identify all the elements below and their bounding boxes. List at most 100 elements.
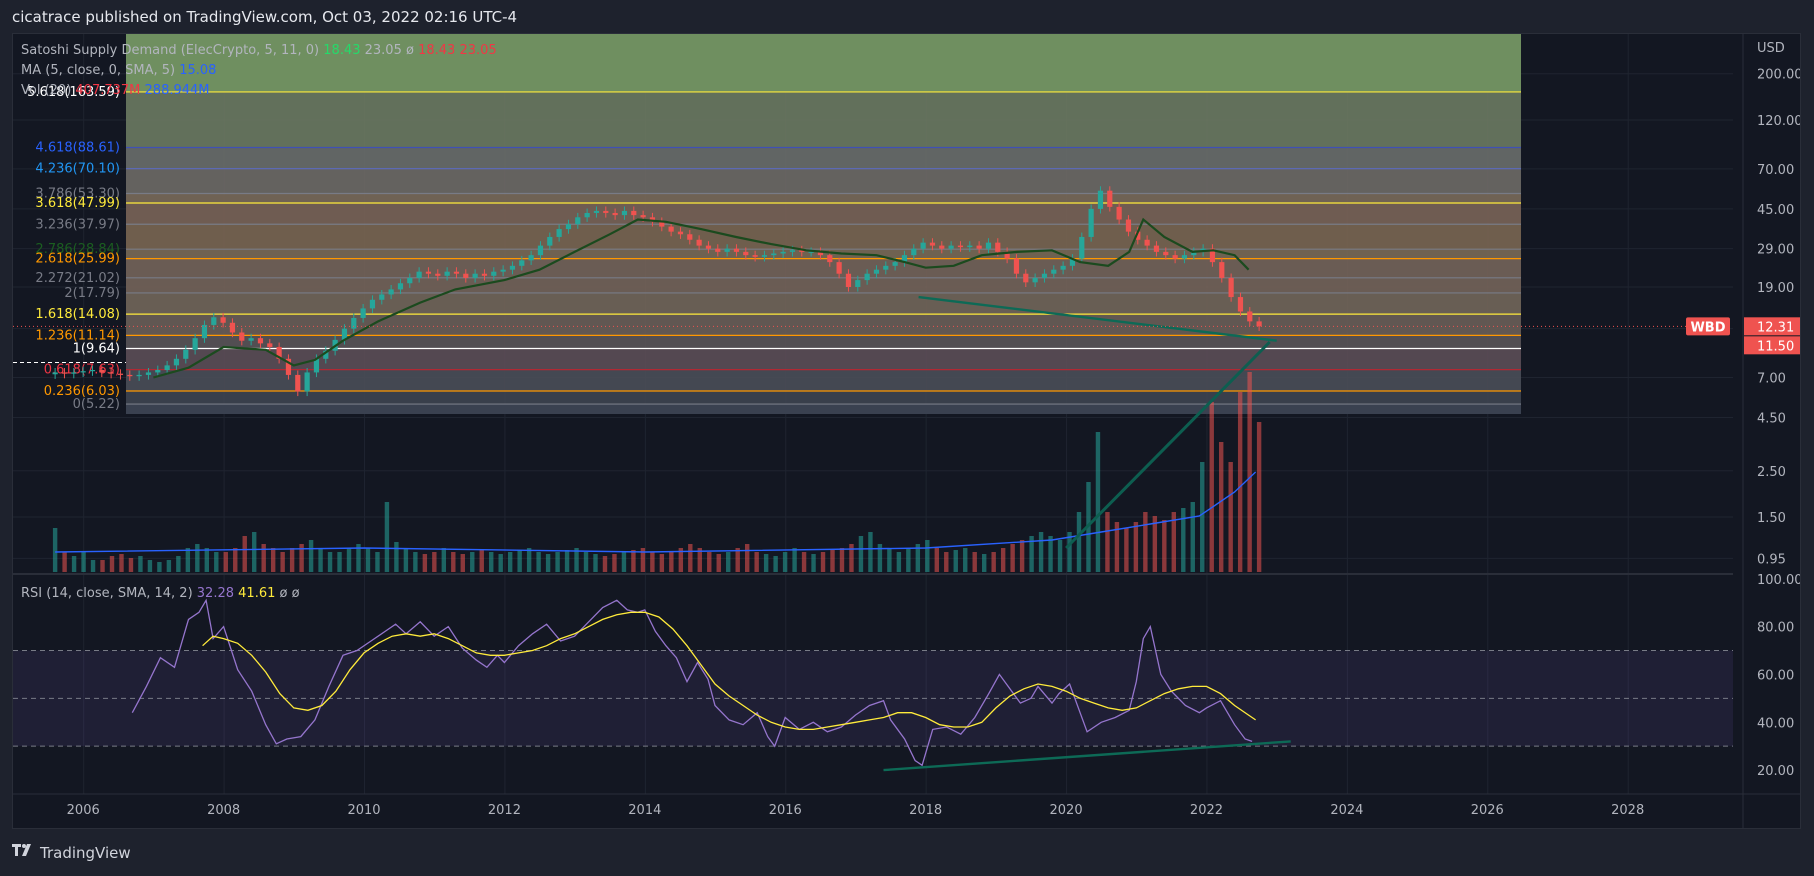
candle-body [127,374,133,377]
volume-bar [252,532,257,572]
candle-body [1032,277,1038,283]
candle-body [80,371,86,373]
candle-body [1228,277,1234,298]
candle-body [696,239,702,246]
legend-volume: Vol (20) 407.737M 288.944M [21,83,210,98]
volume-bar [394,542,399,572]
candle-body [1247,311,1253,322]
volume-bar [555,552,560,572]
legend-volume-item: Vol (20) [21,83,71,98]
candle-body [407,277,413,284]
price-tick-label: 29.00 [1757,243,1794,258]
volume-bar [157,562,162,572]
time-tick-label: 2026 [1471,803,1504,818]
candle-body [957,245,964,248]
candle-body [220,317,226,323]
fib-label: 2.272(21.02) [35,271,120,286]
volume-bar [1133,522,1139,572]
time-tick-label: 2022 [1190,803,1223,818]
candle-body [1013,258,1020,274]
volume-bar [71,556,77,572]
footer: TradingView [12,843,131,862]
candle-body [379,294,385,300]
candle-body [155,370,161,373]
legend-volume-item: 407.737M [71,83,140,98]
fib-band [126,314,1521,336]
candle-body [229,322,236,333]
volume-bar [820,552,826,572]
volume-bar [536,552,541,572]
volume-bar [62,552,67,572]
price-tick-label: 19.00 [1757,281,1794,296]
price-tick-label: 45.00 [1757,203,1794,218]
volume-bar [906,548,911,572]
rsi-tick-label: 60.00 [1757,668,1794,683]
footer-brand[interactable]: TradingView [40,844,131,862]
candle-body [995,242,1001,252]
candle-body [939,245,945,249]
legend-rsi-item: RSI (14, close, SMA, 14, 2) [21,586,193,601]
fib-band [126,168,1521,194]
candle-body [388,289,394,295]
candle-body [705,245,712,249]
volume-bar [896,552,902,572]
symbol-badge-label: WBD [1690,320,1725,335]
volume-bar [602,556,608,572]
time-tick-label: 2012 [488,803,521,818]
fib-band [126,404,1521,414]
candle-body [715,248,721,252]
volume-bar [1200,462,1205,572]
volume-bar [441,548,447,572]
candle-body [1125,219,1132,232]
legend-volume-item: 288.944M [140,83,209,98]
volume-bar [498,554,503,572]
volume-bar [688,544,693,572]
candle-body [201,324,208,339]
legend-satoshi: Satoshi Supply Demand (ElecCrypto, 5, 11… [21,43,497,58]
candle-body [267,343,273,347]
volume-bar [451,552,456,572]
candle-body [621,210,628,216]
candle-body [1219,262,1225,278]
candle-body [668,226,674,232]
candle-body [845,273,852,287]
fib-band [126,292,1521,315]
legend-satoshi-item: 18.43 [414,43,455,58]
legend-satoshi-item: 23.05 [455,43,496,58]
candle-body [1107,190,1113,207]
fib-band [126,249,1521,259]
candle-body [584,212,590,218]
time-tick-label: 2006 [67,803,100,818]
candle-body [565,224,572,230]
volume-bar [659,554,665,572]
volume-bar [289,548,295,572]
volume-bar [413,552,418,572]
chart-frame[interactable]: 5.618(163.59) 4.618(88.61) 4.236(70.10) 3.7… [12,33,1801,829]
legend-ma: MA (5, close, 0, SMA, 5) 15.08 [21,63,216,78]
candle-body [1163,251,1169,256]
fib-band [126,147,1521,169]
candle-body [61,372,68,374]
volume-bar [403,548,409,572]
chart-svg[interactable]: 5.618(163.59)4.618(88.61)4.236(70.10)3.7… [13,34,1800,828]
candle-body [1153,245,1160,252]
candle-body [677,231,684,235]
fib-band [126,203,1521,225]
candle-body [528,255,534,261]
candle-body [1181,255,1188,259]
candle-body [435,273,441,276]
volume-bar [204,548,210,572]
volume-bar [109,556,115,572]
candle-body [743,251,749,256]
price-tick-label: 120.00 [1757,114,1800,129]
candle-body [855,280,861,287]
candle-body [248,338,254,341]
price-tick-label: 4.50 [1757,411,1786,426]
volume-bar [887,548,892,572]
candle-body [593,210,600,213]
rsi-tick-label: 80.00 [1757,621,1794,636]
price-tick-label: 2.50 [1757,465,1786,480]
price-marker-label: 11.50 [1757,339,1794,354]
candle-body [304,372,310,392]
candle-body [519,260,525,266]
